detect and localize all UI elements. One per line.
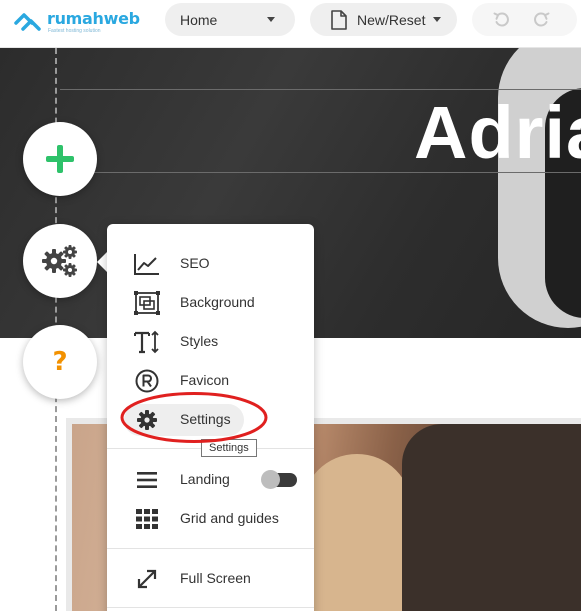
settings-tooltip: Settings [201, 439, 257, 457]
document-icon [331, 9, 347, 30]
redo-icon[interactable] [532, 11, 550, 29]
menu-item-label: Settings [180, 411, 231, 427]
menu-item-favicon[interactable]: Favicon [107, 361, 314, 400]
question-mark-icon: ? [52, 347, 68, 377]
top-toolbar: rumahweb Fastest hosting solution Home N… [0, 0, 581, 48]
photo-subject [402, 424, 581, 611]
menu-item-label: Background [180, 294, 255, 310]
chart-line-icon [134, 251, 160, 277]
menu-item-grid-and-guides[interactable]: Grid and guides [107, 499, 314, 538]
plus-icon [46, 145, 74, 173]
brand-name: rumahweb [47, 9, 140, 28]
menu-item-label: SEO [180, 255, 210, 271]
undo-redo-group [472, 3, 577, 36]
settings-menu-button[interactable] [23, 224, 97, 298]
new-reset-button[interactable]: New/Reset [310, 3, 457, 36]
brand-tagline: Fastest hosting solution [48, 28, 101, 34]
menu-divider [107, 607, 314, 608]
new-reset-label: New/Reset [357, 11, 426, 28]
menu-item-label: Full Screen [180, 570, 251, 586]
add-block-button[interactable] [23, 122, 97, 196]
landing-toggle[interactable] [261, 470, 297, 489]
menu-item-label: Landing [180, 471, 230, 487]
help-button[interactable]: ? [23, 325, 97, 399]
photo-subject [302, 454, 412, 611]
brand-logo[interactable]: rumahweb Fastest hosting solution [14, 9, 140, 37]
page-select-value: Home [180, 11, 218, 28]
page-select[interactable]: Home [165, 3, 295, 36]
gear-icon [134, 407, 160, 433]
caret-down-icon [433, 17, 441, 22]
menu-divider [107, 548, 314, 549]
menu-item-label: Favicon [180, 372, 230, 388]
hero-title[interactable]: Adria [414, 90, 581, 175]
menu-item-label: Styles [180, 333, 219, 349]
menu-item-styles[interactable]: Styles [107, 322, 314, 361]
menu-item-label: Grid and guides [180, 510, 279, 526]
menu-item-seo[interactable]: SEO [107, 244, 314, 283]
gears-icon [42, 245, 77, 277]
undo-icon[interactable] [493, 11, 511, 29]
toggle-knob [261, 470, 280, 489]
menu-lines-icon [134, 467, 160, 493]
menu-item-full-screen[interactable]: Full Screen [107, 559, 314, 598]
menu-item-settings[interactable]: Settings [107, 400, 314, 439]
grid-icon [134, 506, 160, 532]
menu-item-background[interactable]: Background [107, 283, 314, 322]
background-icon [134, 290, 160, 316]
text-height-icon [134, 329, 160, 355]
registered-icon [134, 368, 160, 394]
rumahweb-logo-icon [14, 13, 41, 31]
caret-down-icon [267, 17, 275, 22]
expand-icon [134, 566, 160, 592]
